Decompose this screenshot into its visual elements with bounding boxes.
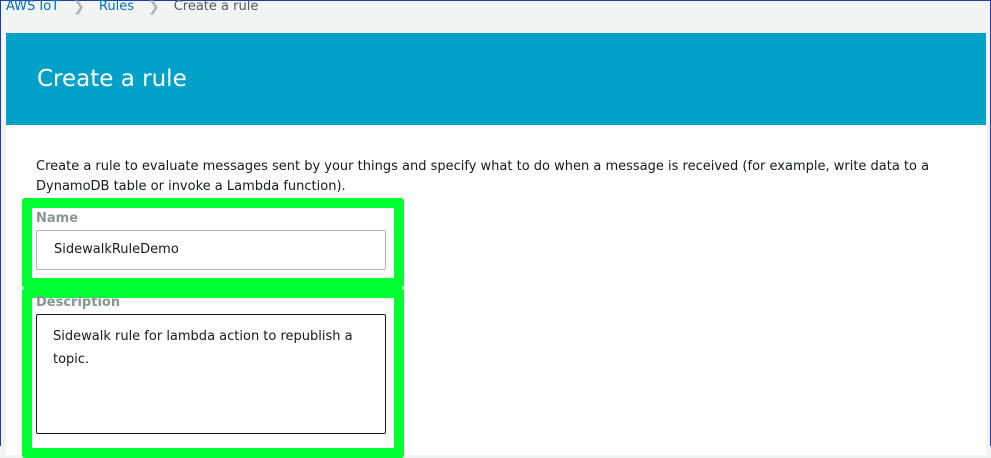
name-label: Name <box>36 211 79 226</box>
intro-text: Create a rule to evaluate messages sent … <box>36 159 930 194</box>
name-input[interactable]: SidewalkRuleDemo <box>36 230 386 270</box>
page-header: Create a rule <box>6 33 986 125</box>
breadcrumb-current: Create a rule <box>173 0 259 14</box>
description-textarea[interactable]: Sidewalk rule for lambda action to repub… <box>36 314 386 434</box>
description-label: Description <box>36 295 121 310</box>
page-title: Create a rule <box>37 66 187 92</box>
chevron-right-icon: ❯ <box>73 0 85 15</box>
breadcrumb: AWS IoT ❯ Rules ❯ Create a rule <box>6 0 258 15</box>
breadcrumb-rules[interactable]: Rules <box>99 0 134 15</box>
breadcrumb-aws-iot[interactable]: AWS IoT <box>6 0 59 15</box>
chevron-right-icon: ❯ <box>147 0 160 15</box>
